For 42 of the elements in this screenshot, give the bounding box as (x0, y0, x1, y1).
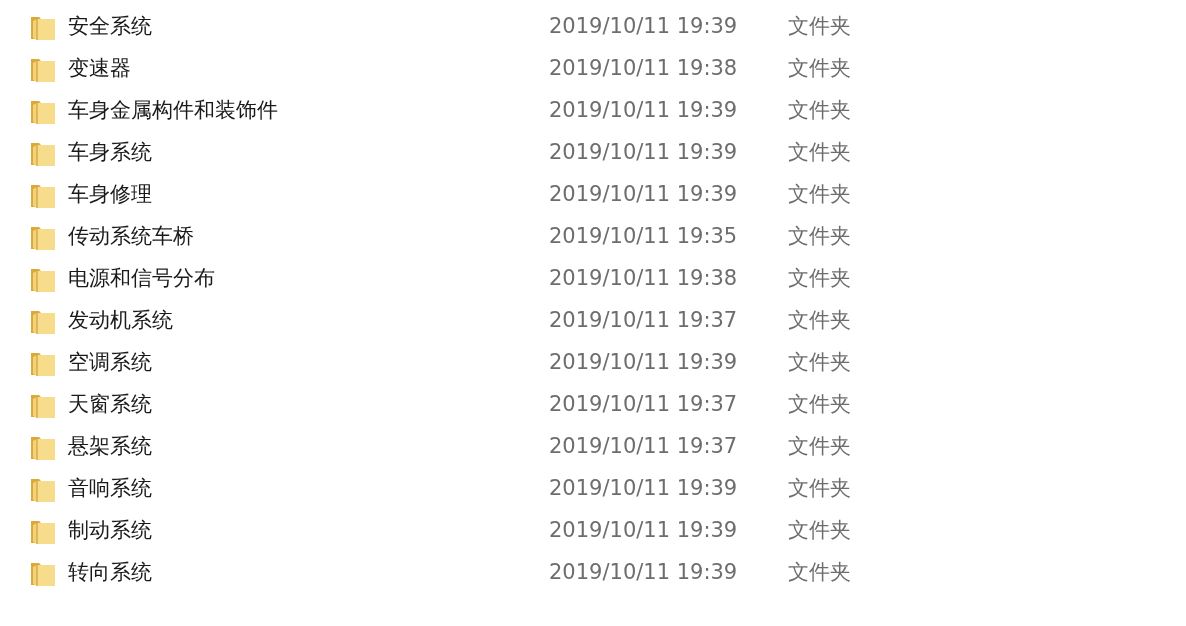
file-type: 文件夹 (788, 265, 851, 293)
file-name[interactable]: 发动机系统 (68, 305, 538, 337)
file-type: 文件夹 (788, 55, 851, 83)
file-name[interactable]: 音响系统 (68, 473, 538, 505)
file-type: 文件夹 (788, 517, 851, 545)
file-name[interactable]: 安全系统 (68, 11, 538, 43)
modified-date: 2019/10/11 19:38 (549, 55, 739, 83)
file-type: 文件夹 (788, 181, 851, 209)
file-type: 文件夹 (788, 391, 851, 419)
file-type: 文件夹 (788, 433, 851, 461)
file-type: 文件夹 (788, 559, 851, 587)
file-name[interactable]: 传动系统车桥 (68, 221, 538, 253)
file-type: 文件夹 (788, 475, 851, 503)
modified-date: 2019/10/11 19:37 (549, 433, 739, 461)
file-name[interactable]: 车身金属构件和装饰件 (68, 95, 538, 127)
modified-date: 2019/10/11 19:39 (549, 139, 739, 167)
file-name[interactable]: 车身修理 (68, 179, 538, 211)
modified-date: 2019/10/11 19:39 (549, 181, 739, 209)
modified-date: 2019/10/11 19:37 (549, 391, 739, 419)
modified-date: 2019/10/11 19:39 (549, 559, 739, 587)
modified-date: 2019/10/11 19:39 (549, 475, 739, 503)
file-name[interactable]: 空调系统 (68, 347, 538, 379)
modified-date: 2019/10/11 19:35 (549, 223, 739, 251)
file-type: 文件夹 (788, 223, 851, 251)
file-name[interactable]: 转向系统 (68, 557, 538, 589)
file-type: 文件夹 (788, 349, 851, 377)
file-name[interactable]: 变速器 (68, 53, 538, 85)
file-name[interactable]: 制动系统 (68, 515, 538, 547)
file-type: 文件夹 (788, 97, 851, 125)
file-type: 文件夹 (788, 139, 851, 167)
file-name[interactable]: 天窗系统 (68, 389, 538, 421)
modified-date: 2019/10/11 19:39 (549, 13, 739, 41)
file-name[interactable]: 悬架系统 (68, 431, 538, 463)
file-type: 文件夹 (788, 307, 851, 335)
file-name[interactable]: 电源和信号分布 (68, 263, 538, 295)
modified-date: 2019/10/11 19:39 (549, 349, 739, 377)
modified-date: 2019/10/11 19:37 (549, 307, 739, 335)
modified-date: 2019/10/11 19:39 (549, 517, 739, 545)
file-name[interactable]: 车身系统 (68, 137, 538, 169)
modified-date: 2019/10/11 19:38 (549, 265, 739, 293)
modified-date: 2019/10/11 19:39 (549, 97, 739, 125)
file-type: 文件夹 (788, 13, 851, 41)
